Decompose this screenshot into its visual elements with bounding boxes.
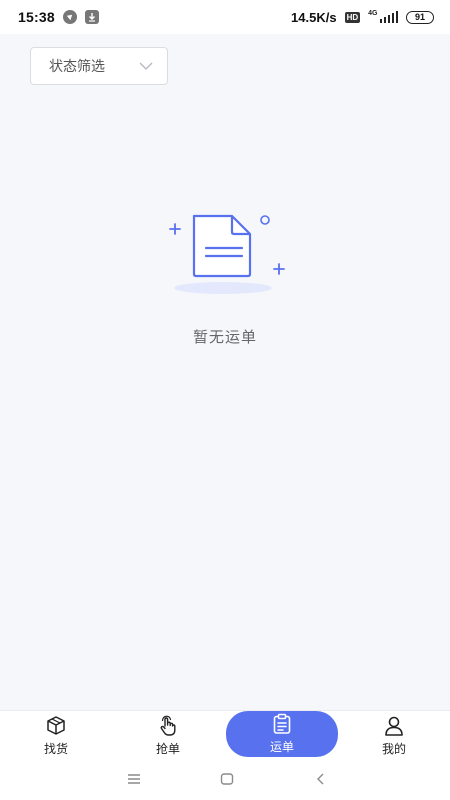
empty-state-text: 暂无运单 xyxy=(192,329,257,346)
status-left: 15:38 xyxy=(18,9,99,25)
network-type: 4G xyxy=(368,9,378,17)
battery-icon: 91 xyxy=(406,10,434,24)
status-right: 14.5K/s HD 4G 91 xyxy=(291,10,434,25)
tab-waybill[interactable]: 运单 xyxy=(226,711,338,757)
waybill-page: 状态筛选 暂无运单 xyxy=(0,34,450,710)
notification-app-icon xyxy=(62,10,77,24)
package-box-icon xyxy=(47,716,65,735)
empty-document-icon xyxy=(169,214,285,294)
system-nav-bar xyxy=(0,758,450,800)
menu-icon[interactable] xyxy=(123,768,145,790)
tab-label: 抢单 xyxy=(155,742,180,756)
network-speed: 14.5K/s xyxy=(291,9,337,25)
tap-hand-icon xyxy=(160,715,176,736)
tab-grab-order[interactable]: 抢单 xyxy=(112,715,224,757)
status-bar: 15:38 14.5K/s HD 4G 91 xyxy=(0,0,450,34)
status-filter-dropdown[interactable]: 状态筛选 xyxy=(30,47,168,85)
user-icon xyxy=(385,716,403,736)
status-filter-label: 状态筛选 xyxy=(49,58,105,74)
tab-mine[interactable]: 我的 xyxy=(338,715,450,757)
tab-label: 我的 xyxy=(381,742,406,756)
back-icon[interactable] xyxy=(310,768,332,790)
home-square-icon[interactable] xyxy=(216,768,238,790)
empty-state: 暂无运单 xyxy=(0,210,450,347)
bottom-tab-bar: 找货 抢单 运单 我的 xyxy=(0,710,450,758)
status-time: 15:38 xyxy=(18,9,55,25)
download-icon xyxy=(84,10,99,24)
clipboard-icon xyxy=(273,713,291,734)
tab-label: 找货 xyxy=(43,742,68,756)
tab-label: 运单 xyxy=(269,740,294,754)
chevron-down-icon xyxy=(139,57,153,75)
hd-badge: HD xyxy=(344,11,361,23)
tab-find-cargo[interactable]: 找货 xyxy=(0,715,112,757)
signal-icon xyxy=(379,11,398,23)
